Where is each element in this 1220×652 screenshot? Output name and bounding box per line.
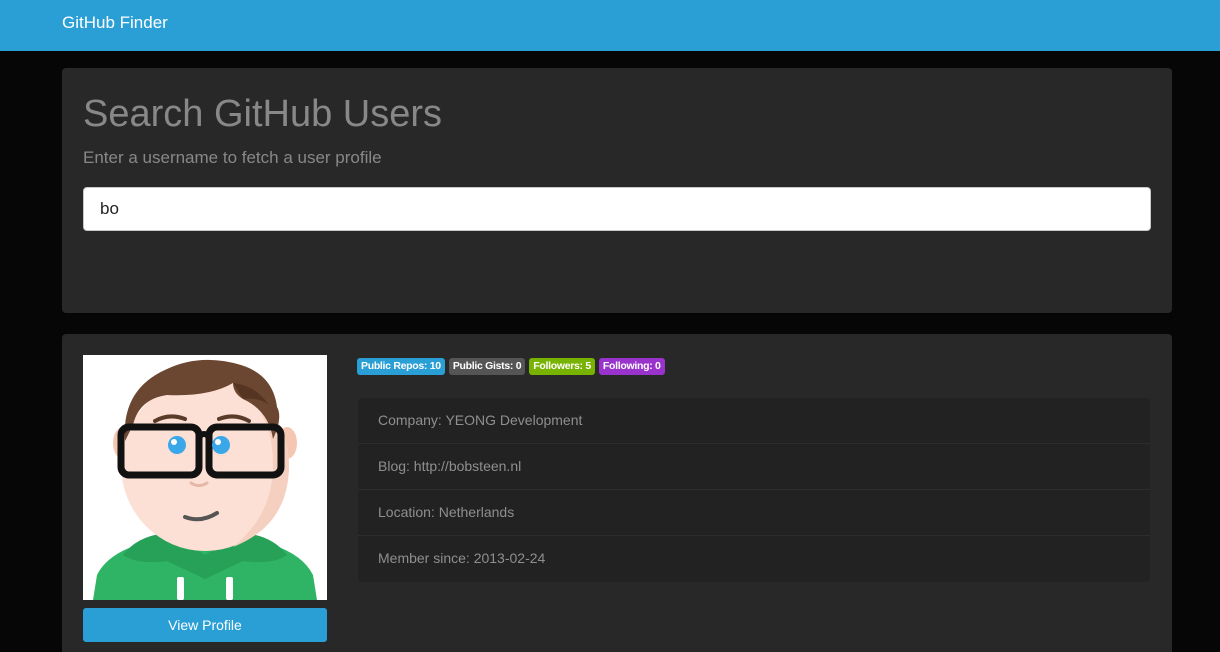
blog-item: Blog: http://bobsteen.nl: [358, 444, 1150, 490]
search-card: Search GitHub Users Enter a username to …: [62, 68, 1172, 313]
cartoon-avatar-icon: [83, 355, 327, 600]
avatar: [83, 355, 327, 600]
location-item: Location: Netherlands: [358, 490, 1150, 536]
search-subtitle: Enter a username to fetch a user profile: [83, 148, 382, 167]
profile-card: View Profile Public Repos: 10 Public Gis…: [62, 334, 1172, 652]
stats-badges: Public Repos: 10 Public Gists: 0 Followe…: [357, 358, 665, 375]
following-badge: Following: 0: [598, 358, 665, 375]
member-since-item: Member since: 2013-02-24: [378, 550, 546, 566]
page-title: Search GitHub Users: [83, 93, 443, 135]
followers-badge: Followers: 5: [529, 358, 595, 375]
navbar: GitHub Finder: [0, 0, 1220, 51]
public-gists-badge: Public Gists: 0: [448, 358, 526, 375]
view-profile-button[interactable]: View Profile: [83, 608, 327, 642]
search-input[interactable]: [83, 187, 1151, 231]
public-repos-badge: Public Repos: 10: [357, 358, 445, 375]
profile-info-list: Company: YEONG Development Blog: http://…: [358, 398, 1150, 582]
company-item: Company: YEONG Development: [358, 398, 1150, 444]
brand-link[interactable]: GitHub Finder: [62, 13, 168, 33]
